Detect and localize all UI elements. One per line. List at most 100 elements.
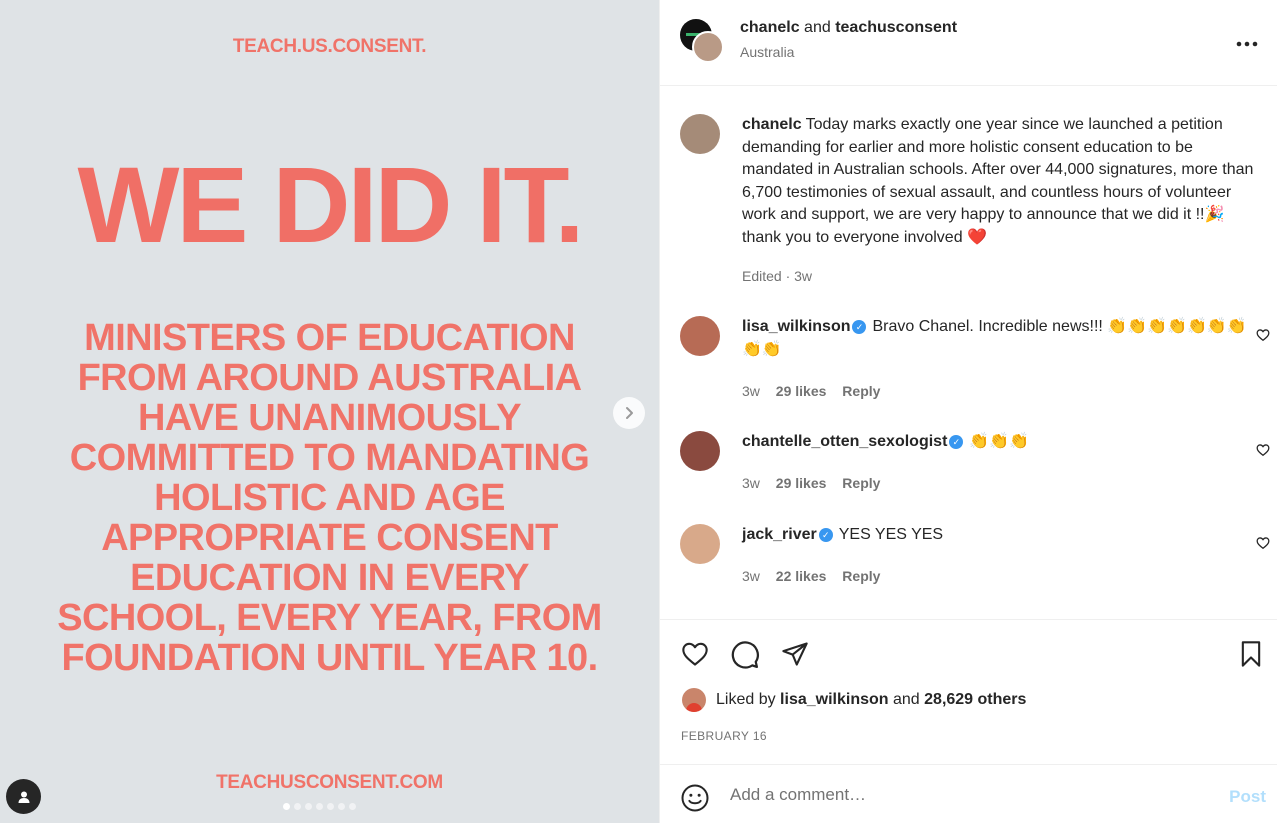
save-button[interactable] [1238,640,1264,673]
avatar[interactable] [680,524,720,564]
comment-meta: 3w 29 likes Reply [742,475,880,491]
list-item: lisa_wilkinson ✓ Bravo Chanel. Incredible … [680,316,1270,406]
slide-dot [283,803,290,810]
bookmark-icon [1241,641,1261,667]
post-authors: chanelc and teachusconsent [740,19,957,37]
image-body-line: EDUCATION IN EVERY [130,557,529,599]
slide-dot [327,803,334,810]
slide-indicator [283,803,356,810]
image-body-text: MINISTERS OF EDUCATION FROM AROUND AUSTR… [0,318,659,678]
heart-icon [1256,537,1270,550]
heart-icon [1256,329,1270,342]
send-icon [782,642,808,666]
avatar[interactable] [680,316,720,356]
comment-text: YES YES YES [838,526,944,543]
comment-username[interactable]: jack_river [742,526,817,543]
comment-username[interactable]: lisa_wilkinson [742,318,850,335]
image-body-line: FROM AROUND AUSTRALIA [77,357,582,399]
comment-text-block: chantelle_otten_sexologist ✓ 👏👏👏 [742,431,1266,454]
heart-icon [1256,444,1270,457]
author-username[interactable]: chanelc [740,19,800,36]
liked-others-link[interactable]: 28,629 others [924,691,1026,709]
caption-text-block: chanelc Today marks exactly one year sinc… [742,114,1266,249]
verified-badge-icon: ✓ [949,435,964,449]
add-comment-bar: Post [660,764,1277,823]
post-location[interactable]: Australia [740,44,794,60]
image-brand-bottom: TEACHUSCONSENT.COM [216,772,443,793]
likes-summary: Liked by lisa_wilkinson and 28,629 other… [682,688,1026,712]
image-body-line: SCHOOL, EVERY YEAR, FROM [57,597,602,639]
reply-button[interactable]: Reply [842,383,880,399]
heart-icon [682,642,708,666]
chevron-right-icon [626,407,633,419]
emoji-button[interactable] [680,783,710,818]
caption-text: Today marks exactly one year since we la… [742,116,1254,246]
share-button[interactable] [780,640,810,673]
comment-text-block: jack_river ✓ YES YES YES [742,524,1266,547]
authors-joiner: and [804,19,831,36]
avatar[interactable] [680,114,720,154]
comment-likes[interactable]: 29 likes [776,383,827,399]
post-header: chanelc and teachusconsent Australia [660,0,1277,86]
comment-time: 3w [742,383,760,399]
comment-like-button[interactable] [1256,536,1270,555]
comment-text-block: lisa_wilkinson ✓ Bravo Chanel. Incredible … [742,316,1266,361]
liked-by-user[interactable]: lisa_wilkinson [780,691,888,709]
comment-likes[interactable]: 29 likes [776,475,827,491]
comment-button[interactable] [730,640,760,675]
slide-dot [316,803,323,810]
post-image[interactable]: TEACH.US.CONSENT. WE DID IT. MINISTERS O… [0,0,659,823]
comment-text: 👏👏👏 [969,433,1030,450]
slide-dot [338,803,345,810]
comment-meta: 3w 29 likes Reply [742,383,880,399]
comment-like-button[interactable] [1256,328,1270,347]
author-avatars[interactable] [680,19,724,63]
reply-button[interactable]: Reply [842,568,880,584]
image-body-line: FOUNDATION UNTIL YEAR 10. [61,637,598,679]
reply-button[interactable]: Reply [842,475,880,491]
author-username[interactable]: teachusconsent [835,19,957,36]
post-comment-button[interactable]: Post [1229,787,1266,807]
caption-username[interactable]: chanelc [742,116,802,133]
image-headline: WE DID IT. [77,144,585,265]
more-horizontal-icon [1236,41,1258,47]
verified-badge-icon: ✓ [818,528,833,542]
like-button[interactable] [680,640,710,673]
comment-time: 3w [742,568,760,584]
verified-badge-icon: ✓ [852,320,867,334]
comment-time: 3w [742,475,760,491]
image-body-line: MINISTERS OF EDUCATION [84,317,575,359]
liked-prefix: Liked by [716,691,776,708]
image-body-line: APPROPRIATE CONSENT [101,517,558,559]
image-brand-top: TEACH.US.CONSENT. [232,36,427,57]
slide-dot [349,803,356,810]
avatar[interactable] [682,688,706,712]
post-actions: Liked by lisa_wilkinson and 28,629 other… [660,619,1277,764]
next-slide-button[interactable] [613,397,645,429]
slide-dot [294,803,301,810]
image-body-line: HOLISTIC AND AGE [154,477,505,519]
avatar [692,31,724,63]
user-icon [18,791,29,803]
comment-meta: 3w 22 likes Reply [742,568,880,584]
list-item: chantelle_otten_sexologist ✓ 👏👏👏 3w 29 lik… [680,431,1270,501]
comments-list[interactable]: chanelc Today marks exactly one year sinc… [660,86,1277,619]
avatar[interactable] [680,431,720,471]
comment-icon [731,641,759,669]
post-caption: chanelc Today marks exactly one year sinc… [680,114,1270,294]
comment-input[interactable] [730,781,1190,809]
image-body-line: COMMITTED TO MANDATING [69,437,590,479]
more-options-button[interactable] [1236,30,1258,50]
image-body-line: HAVE UNANIMOUSLY [137,397,522,439]
slide-dot [305,803,312,810]
liked-and: and [892,691,920,708]
post-sidebar: chanelc and teachusconsent Australia cha… [659,0,1277,823]
comment-username[interactable]: chantelle_otten_sexologist [742,433,947,450]
tagged-users-button[interactable] [6,779,41,814]
list-item: jack_river ✓ YES YES YES 3w 22 likes Reply [680,524,1270,594]
post-date[interactable]: FEBRUARY 16 [681,729,767,743]
comment-likes[interactable]: 22 likes [776,568,827,584]
emoji-icon [681,784,709,812]
comment-like-button[interactable] [1256,443,1270,462]
caption-meta: Edited · 3w [742,268,813,284]
